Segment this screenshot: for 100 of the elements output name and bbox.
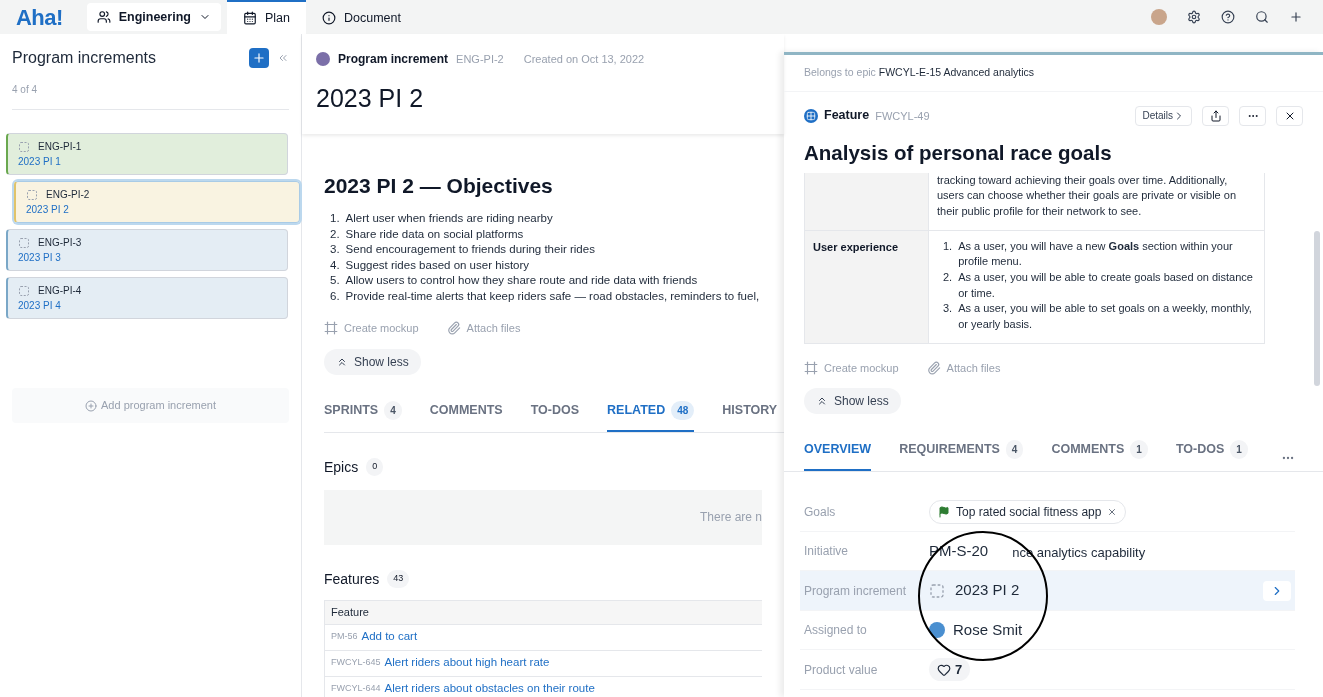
tab[interactable]: SPRINTS 4 [324,400,402,432]
scrollbar-thumb[interactable] [1314,231,1320,386]
increment-name: 2023 PI 3 [18,251,62,265]
show-less-button[interactable]: Show less [324,348,421,375]
tab[interactable]: OVERVIEW [804,440,872,472]
increment-card[interactable]: ENG-PI-3 2023 PI 3 [6,229,288,271]
section-title: Features [324,569,380,589]
objectives-heading: 2023 PI 2 — Objectives [324,172,554,199]
feature-icon [804,108,818,123]
objective-text: Allow users to control how they share route and ride data with friends [345,273,698,288]
dashed-square-icon [18,140,30,153]
sidebar-title: Program increments [12,48,157,68]
count-badge: 4 [1005,440,1024,460]
paperclip-icon [446,321,461,336]
count-badge: 48 [671,400,695,420]
assignee-name[interactable]: Rose Smit [953,618,1023,642]
tab[interactable]: RELATED 48 [607,400,695,432]
increment-name: 2023 PI 1 [18,155,62,169]
help-icon[interactable] [1221,10,1235,24]
created-date: Created on Oct 13, 2022 [523,51,645,67]
record-id: FWCYL-49 [875,108,930,124]
tab[interactable]: TO-DOS 1 [1175,440,1248,472]
table-header: Feature [325,600,762,625]
feature-id: FWCYL-644 [331,682,381,696]
epic-label: Belongs to epic [804,66,876,78]
empty-state-text: There are n [699,509,762,526]
record-id: ENG-PI-2 [456,51,504,67]
open-button[interactable] [1263,580,1291,601]
tab[interactable]: REQUIREMENTS 4 [899,440,1024,472]
share-button[interactable] [1202,105,1229,126]
dashed-square-icon [929,582,945,599]
list-number: 2. [943,270,953,285]
nav-tab[interactable]: Document [305,0,417,34]
nav-tab[interactable]: Plan [226,0,306,34]
objective-text: Share ride data on social platforms [345,226,524,242]
record-title: 2023 PI 2 [316,83,425,114]
program-increment-value[interactable]: 2023 PI 2 [955,579,1020,602]
list-number: 5. [330,273,340,288]
tab[interactable]: TO-DOS [530,400,580,432]
tab[interactable]: COMMENTS [429,400,503,432]
table-label-cell: User experience [805,230,929,343]
show-less-button[interactable]: Show less [804,388,901,415]
count-badge: 1 [1230,440,1248,460]
share-icon [1209,109,1222,122]
list-number: 2. [330,226,340,242]
record-type: Program increment [338,51,449,68]
field-label: Product value [804,661,879,679]
people-icon [96,10,111,24]
list-number: 3. [943,301,953,317]
add-circle-icon [85,399,97,412]
field-label: Goals [804,503,837,521]
tab[interactable]: HISTORY [722,400,778,432]
search-icon[interactable] [1255,10,1269,24]
settings-icon[interactable] [1187,10,1201,24]
more-button[interactable] [1239,105,1266,126]
field-label: Initiative [804,543,850,561]
add-icon[interactable] [1289,10,1303,24]
description-text: tracking toward achieving their goals over time. Additionally, users can choose whether their goals are private or visible on their public profile for their network to see. [936,172,1237,219]
chevrons-up-icon [816,395,828,408]
workspace-dropdown[interactable]: Engineering [86,3,221,31]
objective-text: Send encouragement to friends during their rides [345,242,595,257]
tab[interactable]: COMMENTS 1 [1051,440,1148,472]
heart-icon [937,662,951,677]
logo[interactable]: Aha! [16,0,63,34]
field-row[interactable]: Assigned to Rose Smit [800,610,1295,651]
increment-card[interactable]: ENG-PI-4 2023 PI 4 [6,277,288,319]
feature-id: PM-56 [331,630,358,644]
drawer-title: Analysis of personal race goals [803,139,1113,166]
epic-link[interactable]: FWCYL-E-15 Advanced analytics [878,66,1034,78]
details-button[interactable]: Details [1135,105,1192,126]
close-button[interactable] [1276,105,1303,126]
frame-icon [804,361,818,376]
count-badge: 1 [1130,440,1148,460]
list-number: 6. [330,288,340,304]
field-label: Program increment [804,582,908,600]
calendar-icon [242,11,257,25]
field-row[interactable]: Goals Top rated social fitness app [800,492,1295,532]
count-badge: 0 [366,458,384,476]
field-row[interactable]: Program increment 2023 PI 2 [800,571,1295,611]
record-type-icon [316,52,330,66]
objective-text: Alert user when friends are riding nearby [345,211,553,226]
field-row[interactable]: Product value 7 [800,650,1295,690]
dashed-square-icon [18,284,30,297]
feature-link[interactable]: Add to cart [361,628,418,646]
count-badge: 43 [387,570,410,588]
feature-link[interactable]: Alert riders about high heart rate [384,654,550,672]
objective-text: Provide real-time alerts that keep riders safe — road obstacles, reminders to fuel, [345,288,760,304]
increment-card[interactable]: ENG-PI-1 2023 PI 1 [6,133,288,175]
info-icon [321,11,336,25]
collapse-icon[interactable] [277,52,289,64]
field-label: Assigned to [804,622,868,640]
avatar[interactable] [1151,9,1167,25]
increment-card[interactable]: ENG-PI-2 2023 PI 2 [14,181,300,223]
remove-icon[interactable] [1107,506,1118,517]
feature-link[interactable]: Alert riders about obstacles on their route [384,680,595,697]
avatar [929,622,945,639]
add-button[interactable] [249,48,269,68]
requirement-text: As a user, you will have a new Goals section within your profile menu. [958,238,1234,270]
score-pill[interactable]: 7 [929,657,971,682]
count-badge: 4 [384,400,402,420]
